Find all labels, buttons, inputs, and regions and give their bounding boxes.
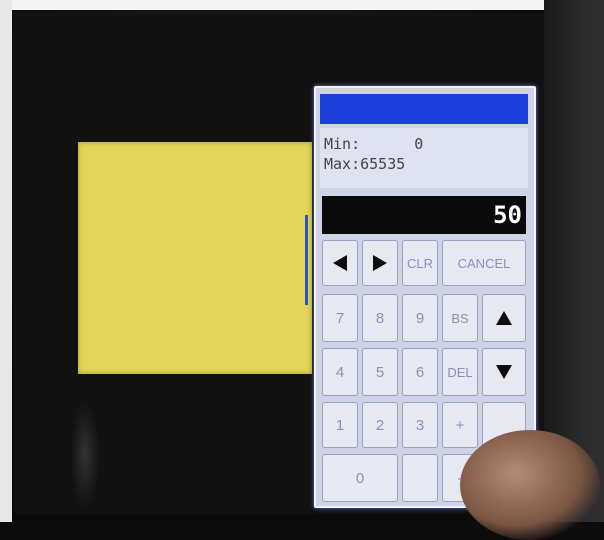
keypad-title-bar [320, 94, 528, 124]
down-button[interactable] [482, 348, 526, 396]
key-6[interactable]: 6 [402, 348, 438, 396]
value-display: 50 [322, 196, 526, 234]
arrow-right-icon [371, 253, 389, 273]
min-label: Min: 0 [324, 135, 424, 153]
key-7[interactable]: 7 [322, 294, 358, 342]
screen-glare [70, 400, 100, 510]
cancel-button[interactable]: CANCEL [442, 240, 526, 286]
clr-button[interactable]: CLR [402, 240, 438, 286]
key-9[interactable]: 9 [402, 294, 438, 342]
key-3[interactable]: 3 [402, 402, 438, 448]
key-5[interactable]: 5 [362, 348, 398, 396]
arrow-up-icon [494, 309, 514, 327]
key-2[interactable]: 2 [362, 402, 398, 448]
key-4[interactable]: 4 [322, 348, 358, 396]
yellow-numeric-field[interactable] [78, 142, 312, 374]
cursor-left-button[interactable] [322, 240, 358, 286]
range-info: Min: 0 Max:65535 [320, 128, 528, 188]
delete-button[interactable]: DEL [442, 348, 478, 396]
key-1[interactable]: 1 [322, 402, 358, 448]
cursor-right-button[interactable] [362, 240, 398, 286]
user-finger [460, 430, 600, 540]
arrow-down-icon [494, 363, 514, 381]
up-button[interactable] [482, 294, 526, 342]
decimal-button[interactable] [402, 454, 438, 502]
key-0[interactable]: 0 [322, 454, 398, 502]
max-label: Max:65535 [324, 155, 406, 173]
arrow-left-icon [331, 253, 349, 273]
field-focus-bracket [305, 215, 312, 305]
backspace-button[interactable]: BS [442, 294, 478, 342]
plus-button[interactable]: + [442, 402, 478, 448]
key-8[interactable]: 8 [362, 294, 398, 342]
frame-top [0, 0, 604, 10]
frame-left [0, 0, 12, 522]
